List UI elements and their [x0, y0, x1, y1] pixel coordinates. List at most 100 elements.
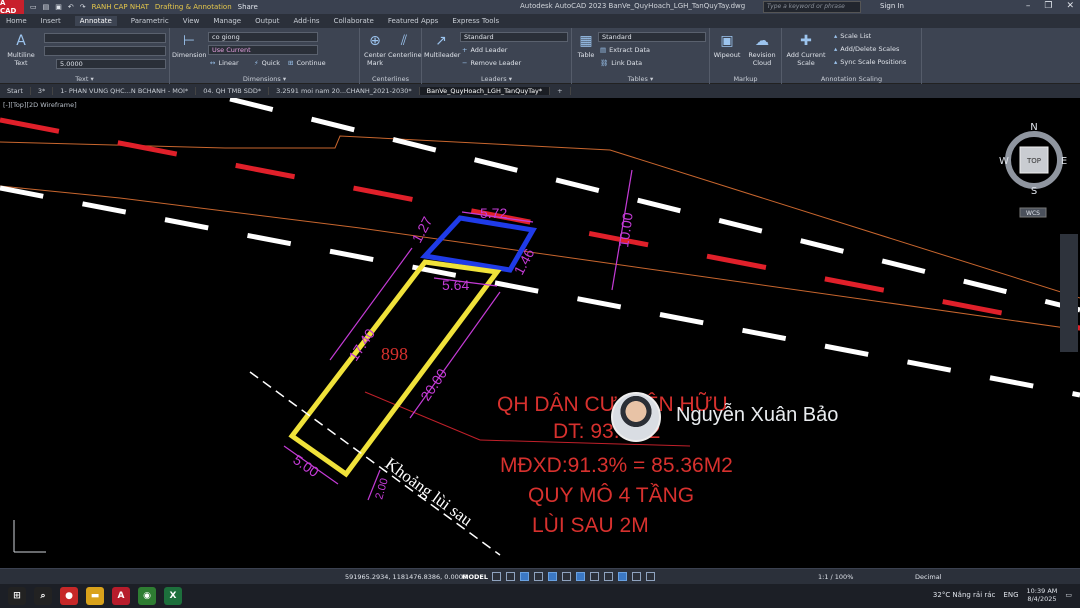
new-tab-icon[interactable]: + [550, 87, 571, 95]
lot-number: 898 [381, 344, 408, 364]
polar-toggle-icon[interactable] [534, 572, 543, 581]
multileader-button[interactable]: ↗ Multileader [424, 32, 460, 59]
search-icon[interactable]: ⌕ [34, 587, 52, 605]
browser-icon[interactable]: ● [60, 587, 78, 605]
tab-add-ins[interactable]: Add-ins [293, 17, 319, 25]
close-icon[interactable]: ✕ [1066, 1, 1074, 11]
add-leader-button[interactable]: + Add Leader [462, 46, 507, 54]
grid-toggle-icon[interactable] [492, 572, 501, 581]
new-icon[interactable]: ▭ [30, 3, 37, 11]
dimension-style-select[interactable]: co giong [208, 32, 318, 42]
text-panel-label[interactable]: Text ▾ [0, 75, 169, 83]
text-height-input[interactable]: 5.0000 [56, 59, 166, 69]
text-style-select[interactable] [44, 33, 166, 43]
sign-in-button[interactable]: Sign In [880, 2, 904, 10]
wipeout-button[interactable]: ▣ Wipeout [712, 32, 742, 59]
table-button[interactable]: ▦ Table [574, 32, 598, 59]
viewcube-east[interactable]: E [1061, 156, 1067, 167]
center-mark-button[interactable]: ⊕ Center Mark [362, 32, 388, 67]
tab-annotate[interactable]: Annotate [74, 16, 117, 26]
tab-view[interactable]: View [183, 17, 200, 25]
wcs-menu[interactable]: WCS [1026, 210, 1040, 217]
tab-output[interactable]: Output [255, 17, 279, 25]
extract-data-button[interactable]: ▤ Extract Data [600, 46, 650, 54]
search-input[interactable]: Type a keyword or phrase [763, 1, 861, 13]
coordinate-readout[interactable]: 591965.2934, 1181476.8386, 0.0000 [345, 573, 467, 581]
dimension-button[interactable]: ⊢ Dimension [172, 32, 207, 59]
text-layer-select[interactable] [44, 46, 166, 56]
tab-manage[interactable]: Manage [213, 17, 241, 25]
lineweight-toggle-icon[interactable] [576, 572, 585, 581]
save-icon[interactable]: ▣ [55, 3, 62, 11]
annotation-scale[interactable]: 1:1 / 100% [818, 573, 853, 581]
autocad-logo[interactable]: A CAD [0, 0, 24, 15]
centerline-button[interactable]: ⫽ Centerline [388, 32, 422, 59]
revision-cloud-button[interactable]: ☁ Revision Cloud [744, 32, 780, 67]
share-button[interactable]: Share [238, 3, 258, 11]
doc-tab-banve[interactable]: BanVe_QuyHoach_LGH_TanQuyTay* [419, 87, 551, 95]
viewcube-west[interactable]: W [999, 156, 1009, 167]
sync-scale-button[interactable]: ▴ Sync Scale Positions [834, 58, 906, 66]
language-indicator[interactable]: ENG [1003, 591, 1018, 599]
redo-icon[interactable]: ↷ [80, 3, 86, 11]
doc-tab-qh-tmb[interactable]: 04. QH TMB SDD* [196, 87, 270, 95]
tab-express-tools[interactable]: Express Tools [452, 17, 499, 25]
file-explorer-icon[interactable]: ▬ [86, 587, 104, 605]
snap-toggle-icon[interactable] [506, 572, 515, 581]
ortho-toggle-icon[interactable] [520, 572, 529, 581]
restore-icon[interactable]: ❐ [1044, 1, 1052, 11]
notification-icon[interactable]: ▭ [1065, 591, 1072, 599]
excel-icon[interactable]: X [164, 587, 182, 605]
boundary-line-lower [0, 185, 1080, 331]
chrome-icon[interactable]: ◉ [138, 587, 156, 605]
units-dropdown[interactable]: Decimal [915, 573, 942, 581]
multiline-text-button[interactable]: A Multiline Text [4, 32, 38, 67]
navigation-bar[interactable] [1060, 234, 1078, 352]
doc-tab-3[interactable]: 3* [31, 87, 54, 95]
tab-insert[interactable]: Insert [41, 17, 61, 25]
osnap-toggle-icon[interactable] [548, 572, 557, 581]
add-current-scale-button[interactable]: ✚ Add Current Scale [784, 32, 828, 67]
workspace-switch-icon[interactable] [646, 572, 655, 581]
model-space-button[interactable]: MODEL [462, 573, 488, 581]
quick-button[interactable]: ⚡ Quick [254, 59, 280, 67]
drawing-viewport[interactable]: [-][Top][2D Wireframe] 5.72 5.64 1.27 1.… [0, 98, 1080, 568]
doc-tab-phan-vung[interactable]: 1- PHAN VUNG QHC...N BCHANH - MOI* [53, 87, 197, 95]
viewcube[interactable]: N S W E TOP WCS [998, 122, 1070, 222]
leaders-panel-label[interactable]: Leaders ▾ [422, 75, 571, 83]
leader-style-select[interactable]: Standard [460, 32, 568, 42]
transparency-toggle-icon[interactable] [590, 572, 599, 581]
doc-tab-start[interactable]: Start [0, 87, 31, 95]
linear-button[interactable]: ↔ Linear [210, 59, 239, 67]
tables-panel-label[interactable]: Tables ▾ [572, 75, 709, 83]
add-delete-scales-button[interactable]: ▴ Add/Delete Scales [834, 45, 899, 53]
annotation-visibility-icon[interactable] [632, 572, 641, 581]
otrack-toggle-icon[interactable] [562, 572, 571, 581]
open-icon[interactable]: ▤ [43, 3, 50, 11]
selection-cycling-icon[interactable] [604, 572, 613, 581]
viewcube-top-face[interactable]: TOP [1026, 157, 1041, 165]
viewcube-north[interactable]: N [1030, 122, 1037, 133]
link-data-button[interactable]: ⛓ Link Data [600, 59, 642, 67]
scale-list-button[interactable]: ▴ Scale List [834, 32, 871, 40]
tab-featured-apps[interactable]: Featured Apps [388, 17, 438, 25]
dimension-layer-select[interactable]: Use Current [208, 45, 318, 55]
minimize-icon[interactable]: – [1026, 1, 1031, 11]
tab-home[interactable]: Home [6, 17, 27, 25]
dimensions-panel-label[interactable]: Dimensions ▾ [170, 75, 359, 83]
remove-leader-button[interactable]: − Remove Leader [462, 59, 521, 67]
undo-icon[interactable]: ↶ [68, 3, 74, 11]
layer-dropdown[interactable]: RANH CAP NHAT [92, 3, 149, 11]
tab-collaborate[interactable]: Collaborate [334, 17, 374, 25]
tab-parametric[interactable]: Parametric [131, 17, 169, 25]
doc-tab-3-2591[interactable]: 3.2591 moi nam 20...CHANH_2021-2030* [269, 87, 420, 95]
windows-start-icon[interactable]: ⊞ [8, 587, 26, 605]
continue-button[interactable]: ⊞ Continue [288, 59, 326, 67]
clock[interactable]: 10:39 AM 8/4/2025 [1027, 587, 1058, 603]
table-style-select[interactable]: Standard [598, 32, 706, 42]
workspace-dropdown[interactable]: Drafting & Annotation [155, 3, 232, 11]
viewcube-south[interactable]: S [1031, 186, 1037, 197]
autocad-taskbar-icon[interactable]: A [112, 587, 130, 605]
dynamic-ucs-icon[interactable] [618, 572, 627, 581]
weather-widget[interactable]: 32°C Nắng rải rác [933, 591, 996, 599]
